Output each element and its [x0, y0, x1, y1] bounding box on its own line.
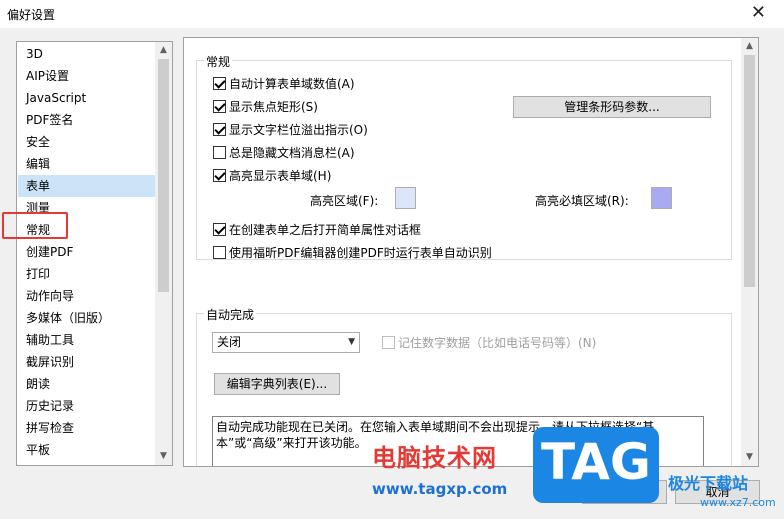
category-item-accessibility[interactable]: 辅助工具 [18, 329, 155, 351]
panel-scroll-down-icon[interactable]: ▼ [741, 449, 758, 466]
category-item-javascript[interactable]: JavaScript [18, 87, 155, 109]
auto-detect-checkbox[interactable] [213, 246, 226, 259]
category-item-aip[interactable]: AIP设置 [18, 65, 155, 87]
auto-calc-label: 自动计算表单域数值(A) [229, 77, 355, 91]
window-title: 偏好设置 [7, 8, 56, 22]
scrollbar-thumb[interactable] [158, 59, 169, 292]
category-item-multimedia-legacy[interactable]: 多媒体（旧版） [18, 307, 155, 329]
settings-panel: 常规 自动计算表单域数值(A) 显示焦点矩形(S) 显示文字栏位溢出指示(O) … [183, 37, 759, 467]
category-list[interactable]: 3D AIP设置 JavaScript PDF签名 安全 编辑 表单 测量 常规… [16, 41, 173, 466]
hide-msgbar-checkbox[interactable] [213, 146, 226, 159]
panel-scroll-up-icon[interactable]: ▲ [741, 38, 758, 55]
overflow-checkbox-row[interactable]: 显示文字栏位溢出指示(O) [213, 121, 368, 138]
category-item-pdf-signature[interactable]: PDF签名 [18, 109, 155, 131]
scroll-up-icon[interactable]: ▲ [155, 42, 172, 59]
remember-numbers-label: 记住数字数据（比如电话号码等）(N) [398, 336, 597, 350]
auto-detect-checkbox-row[interactable]: 使用福昕PDF编辑器创建PDF时运行表单自动识别 [213, 244, 492, 261]
general-group-label: 常规 [204, 53, 233, 70]
category-item-create-pdf[interactable]: 创建PDF [18, 241, 155, 263]
hide-msgbar-checkbox-row[interactable]: 总是隐藏文档消息栏(A) [213, 144, 355, 161]
overflow-checkbox[interactable] [213, 123, 226, 136]
category-item-read-aloud[interactable]: 朗读 [18, 373, 155, 395]
hide-msgbar-label: 总是隐藏文档消息栏(A) [229, 146, 355, 160]
highlight-fields-checkbox[interactable] [213, 169, 226, 182]
highlight-area-color-swatch[interactable] [395, 187, 416, 209]
required-area-color-swatch[interactable] [651, 187, 672, 209]
autocomplete-mode-select[interactable]: 关闭 ▼ [212, 332, 360, 353]
required-area-label: 高亮必填区域(R): [535, 194, 629, 208]
remember-numbers-checkbox[interactable] [382, 336, 395, 349]
panel-scrollbar[interactable]: ▲ ▼ [741, 38, 758, 466]
category-item-security[interactable]: 安全 [18, 131, 155, 153]
category-item-screen-ocr[interactable]: 截屏识别 [18, 351, 155, 373]
focus-rect-label: 显示焦点矩形(S) [229, 100, 318, 114]
category-item-3d[interactable]: 3D [18, 43, 155, 65]
autocomplete-mode-value: 关闭 [217, 335, 242, 349]
category-item-forms[interactable]: 表单 [18, 175, 155, 197]
watermark-text-cn: 电脑技术网 [372, 444, 497, 472]
watermark-site-name: 极光下载站 [668, 474, 749, 493]
panel-scrollbar-thumb[interactable] [744, 55, 755, 287]
highlight-fields-checkbox-row[interactable]: 高亮显示表单域(H) [213, 167, 331, 184]
props-dialog-checkbox-row[interactable]: 在创建表单之后打开简单属性对话框 [213, 221, 421, 238]
edit-dictionary-button[interactable]: 编辑字典列表(E)... [214, 373, 340, 395]
auto-detect-label: 使用福昕PDF编辑器创建PDF时运行表单自动识别 [229, 246, 492, 260]
auto-calc-checkbox-row[interactable]: 自动计算表单域数值(A) [213, 75, 355, 92]
scroll-down-icon[interactable]: ▼ [155, 448, 172, 465]
category-scrollbar[interactable]: ▲ ▼ [155, 42, 172, 465]
watermark-tag-text: TAG [541, 433, 651, 491]
focus-rect-checkbox-row[interactable]: 显示焦点矩形(S) [213, 98, 318, 115]
highlight-area-label: 高亮区域(F): [310, 194, 379, 208]
watermark-site-url: www.xz7.com [700, 496, 776, 509]
annotation-highlight-box [2, 212, 68, 239]
category-item-history[interactable]: 历史记录 [18, 395, 155, 417]
props-dialog-checkbox[interactable] [213, 223, 226, 236]
auto-calc-checkbox[interactable] [213, 77, 226, 90]
category-item-action-wizard[interactable]: 动作向导 [18, 285, 155, 307]
chevron-down-icon: ▼ [348, 337, 355, 347]
watermark-tag-logo: TAG [533, 427, 659, 503]
props-dialog-label: 在创建表单之后打开简单属性对话框 [229, 223, 422, 237]
manage-barcode-button[interactable]: 管理条形码参数... [513, 96, 711, 118]
overflow-label: 显示文字栏位溢出指示(O) [229, 123, 368, 137]
category-item-spell-check[interactable]: 拼写检查 [18, 417, 155, 439]
focus-rect-checkbox[interactable] [213, 100, 226, 113]
autocomplete-group-label: 自动完成 [204, 306, 257, 323]
title-bar: 偏好设置 ✕ [0, 0, 784, 28]
category-item-print[interactable]: 打印 [18, 263, 155, 285]
highlight-fields-label: 高亮显示表单域(H) [229, 169, 332, 183]
close-icon[interactable]: ✕ [751, 3, 766, 23]
remember-numbers-checkbox-row[interactable]: 记住数字数据（比如电话号码等）(N) [382, 334, 596, 351]
category-item-tablet[interactable]: 平板 [18, 439, 155, 461]
category-item-edit[interactable]: 编辑 [18, 153, 155, 175]
watermark-url: www.tagxp.com [372, 480, 508, 498]
